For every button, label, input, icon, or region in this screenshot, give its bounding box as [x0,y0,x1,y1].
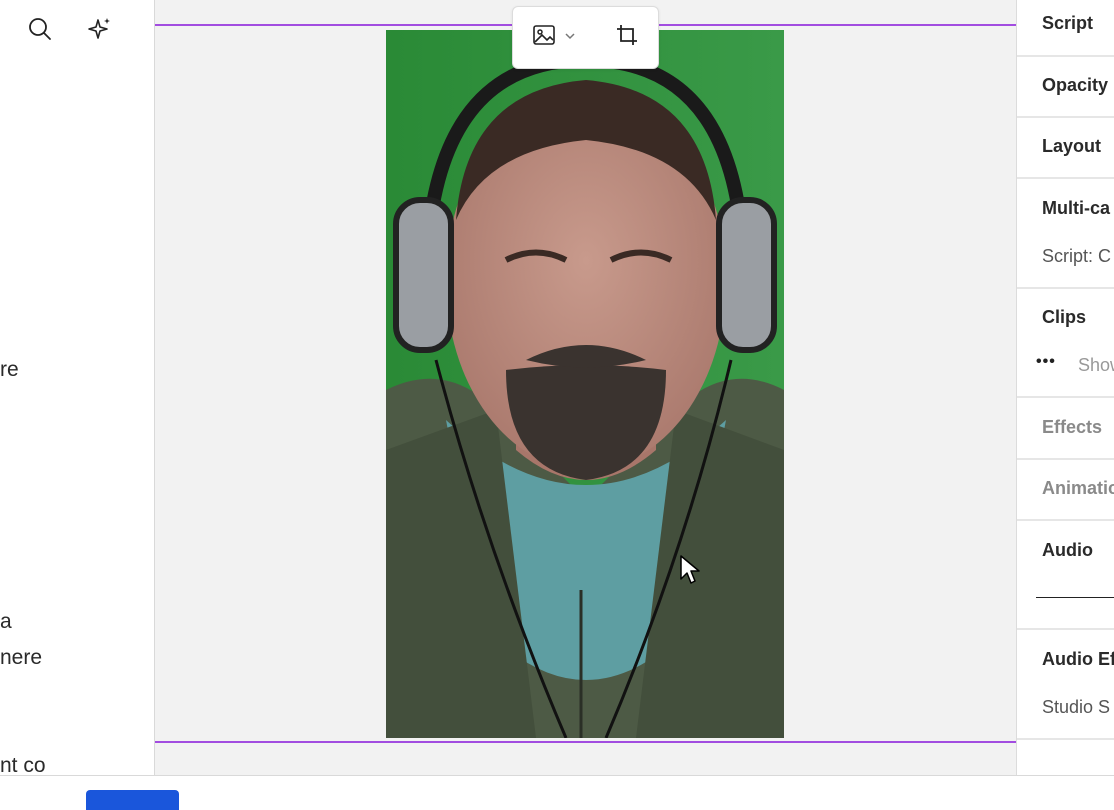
divider [1017,177,1114,179]
divider [1017,55,1114,57]
primary-action-button[interactable] [86,790,179,810]
section-animation[interactable]: Animatic [1042,478,1114,499]
search-icon[interactable] [26,14,54,44]
divider [1017,116,1114,118]
multicam-script-value[interactable]: Script: C [1042,246,1111,267]
clips-show-link[interactable]: Show [1078,355,1114,376]
section-audio-effects[interactable]: Audio Ef [1042,649,1114,670]
media-toolbar [512,6,659,69]
left-text-fragment: nt co [0,754,46,775]
more-icon[interactable]: ••• [1036,353,1056,371]
divider [1017,738,1114,740]
left-text-fragment: nere [0,646,43,669]
image-replace-button[interactable] [513,18,589,58]
video-canvas[interactable] [155,0,1016,775]
section-opacity[interactable]: Opacity [1042,75,1108,96]
section-effects[interactable]: Effects [1042,417,1102,438]
video-frame[interactable] [386,30,784,738]
audio-effects-value[interactable]: Studio S [1042,697,1110,718]
section-audio[interactable]: Audio [1042,540,1093,561]
divider [1017,396,1114,398]
section-layout[interactable]: Layout [1042,136,1101,157]
divider [1017,458,1114,460]
bottom-guide-line [155,741,1016,743]
section-clips[interactable]: Clips [1042,307,1086,328]
left-text-fragment: a [0,610,12,633]
bottom-bar [0,775,1114,810]
crop-icon [615,23,639,52]
image-icon [532,23,556,52]
chevron-down-icon[interactable] [564,29,576,47]
sparkle-icon[interactable] [86,14,114,44]
properties-panel: Script Opacity Layout Multi-ca Script: C… [1016,0,1114,775]
divider [1017,287,1114,289]
video-thumbnail-person [386,30,784,738]
section-multicam[interactable]: Multi-ca [1042,198,1110,219]
divider [1017,628,1114,630]
divider [1017,519,1114,521]
section-script[interactable]: Script [1042,13,1093,34]
left-panel: re a nere nt co [0,0,155,775]
mouse-cursor-icon [680,555,702,590]
left-text-fragment: re [0,358,19,381]
crop-button[interactable] [597,18,657,58]
audio-slider-track[interactable] [1036,597,1114,598]
